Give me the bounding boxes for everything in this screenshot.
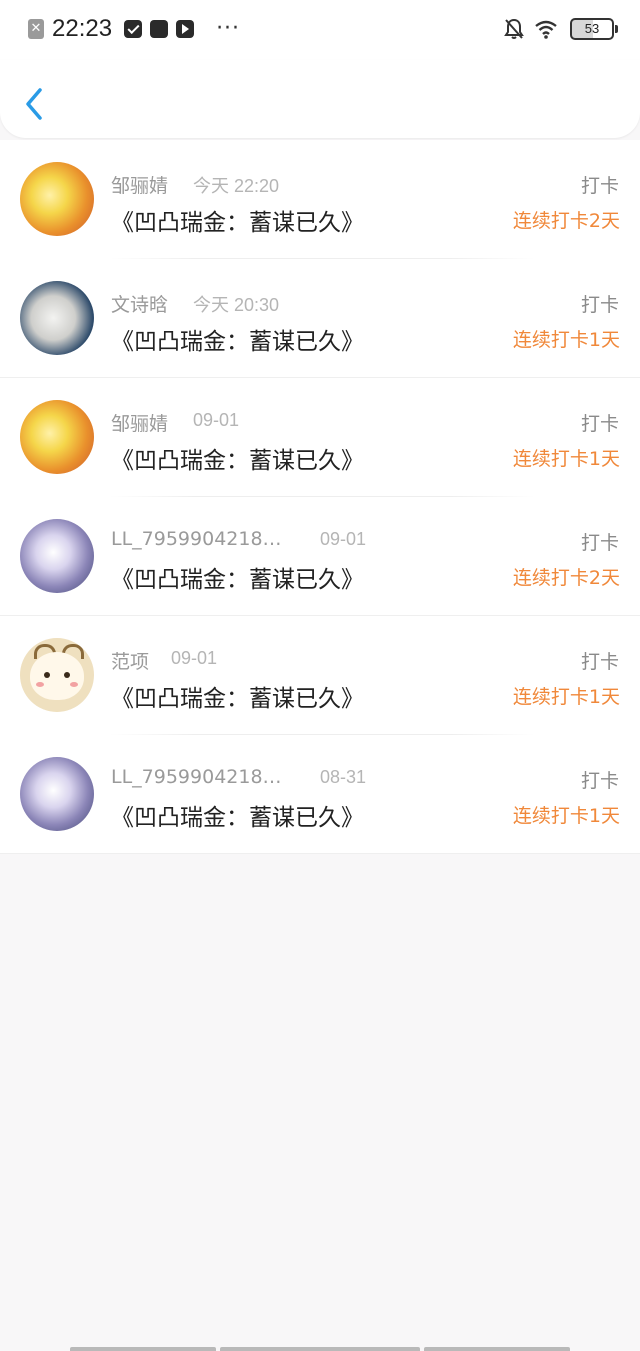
post-time: 09-01: [193, 410, 240, 430]
streak-count: 连续打卡2天: [512, 567, 620, 589]
row-divider: [0, 853, 640, 854]
streak-count: 连续打卡1天: [512, 329, 620, 351]
home-indicator-segment: [220, 1347, 420, 1351]
list-item[interactable]: 文诗晗 今天 20:30 《凹凸瑞金：蓄谋已久》 打卡 连续打卡1天: [0, 259, 640, 378]
post-time: 今天 22:20: [193, 176, 280, 196]
post-time: 09-01: [171, 648, 218, 668]
goat-face-icon: [30, 652, 84, 700]
anime-girl-avatar[interactable]: [20, 519, 94, 593]
user-name[interactable]: 邹骊婧: [111, 171, 168, 198]
status-bar-right: 53: [504, 16, 618, 42]
goat-cheek-icon: [36, 682, 44, 687]
anime-girl-avatar[interactable]: [20, 757, 94, 831]
checkin-type: 打卡: [580, 413, 619, 435]
post-time: 09-01: [320, 529, 367, 549]
streak-count: 连续打卡1天: [512, 686, 620, 708]
user-name[interactable]: LL_7959904218…: [111, 766, 282, 788]
app-icon: [150, 20, 169, 38]
yellow-anime-avatar[interactable]: [20, 162, 94, 236]
goat-cheek-icon: [70, 682, 78, 687]
status-time: 22:23: [52, 15, 113, 42]
battery-icon: 53: [570, 18, 618, 40]
book-title: 《凹凸瑞金：蓄谋已久》: [111, 567, 364, 593]
user-name[interactable]: 范项: [111, 647, 149, 674]
close-notification-icon: ✕: [28, 19, 44, 39]
home-indicator-segment: [424, 1347, 570, 1351]
user-name[interactable]: 邹骊婧: [111, 409, 168, 436]
boy-photo-avatar[interactable]: [20, 281, 94, 355]
bell-muted-icon: [504, 18, 524, 40]
list-item[interactable]: 范项 09-01 《凹凸瑞金：蓄谋已久》 打卡 连续打卡1天: [0, 616, 640, 735]
checkin-type: 打卡: [580, 651, 619, 673]
streak-count: 连续打卡1天: [512, 805, 620, 827]
status-bar: ✕ 22:23 ··· 53: [0, 0, 640, 60]
mail-app-icon: [124, 20, 143, 38]
post-time: 今天 20:30: [193, 295, 280, 315]
video-app-icon: [176, 20, 195, 38]
book-title: 《凹凸瑞金：蓄谋已久》: [111, 448, 364, 474]
back-button[interactable]: [18, 84, 50, 124]
home-indicator[interactable]: [70, 1347, 570, 1351]
book-title: 《凹凸瑞金：蓄谋已久》: [111, 329, 364, 355]
list-item[interactable]: LL_7959904218… 08-31 《凹凸瑞金：蓄谋已久》 打卡 连续打卡…: [0, 735, 640, 854]
post-time: 08-31: [320, 767, 367, 787]
streak-count: 连续打卡1天: [512, 448, 620, 470]
book-title: 《凹凸瑞金：蓄谋已久》: [111, 210, 364, 236]
checkin-type: 打卡: [580, 770, 619, 792]
status-bar-left: ✕ 22:23 ···: [28, 14, 240, 44]
goat-eye-icon: [64, 672, 70, 678]
checkin-type: 打卡: [580, 294, 619, 316]
list-item[interactable]: 邹骊婧 09-01 《凹凸瑞金：蓄谋已久》 打卡 连续打卡1天: [0, 378, 640, 497]
home-indicator-segment: [70, 1347, 216, 1351]
list-item[interactable]: LL_7959904218… 09-01 《凹凸瑞金：蓄谋已久》 打卡 连续打卡…: [0, 497, 640, 616]
list-item[interactable]: 邹骊婧 今天 22:20 《凹凸瑞金：蓄谋已久》 打卡 连续打卡2天: [0, 140, 640, 259]
checkin-list: 邹骊婧 今天 22:20 《凹凸瑞金：蓄谋已久》 打卡 连续打卡2天 文诗晗 今…: [0, 140, 640, 854]
book-title: 《凹凸瑞金：蓄谋已久》: [111, 686, 364, 712]
more-dots-icon: ···: [216, 16, 241, 41]
goat-eye-icon: [44, 672, 50, 678]
user-name[interactable]: LL_7959904218…: [111, 528, 282, 550]
user-name[interactable]: 文诗晗: [111, 290, 168, 317]
checkin-type: 打卡: [580, 532, 619, 554]
checkin-type: 打卡: [580, 175, 619, 197]
book-title: 《凹凸瑞金：蓄谋已久》: [111, 805, 364, 831]
cartoon-goat-avatar[interactable]: [20, 638, 94, 712]
nav-bar: [0, 60, 640, 138]
yellow-anime-avatar[interactable]: [20, 400, 94, 474]
chevron-left-icon: [26, 88, 42, 120]
streak-count: 连续打卡2天: [512, 210, 620, 232]
wifi-icon: [534, 19, 558, 39]
